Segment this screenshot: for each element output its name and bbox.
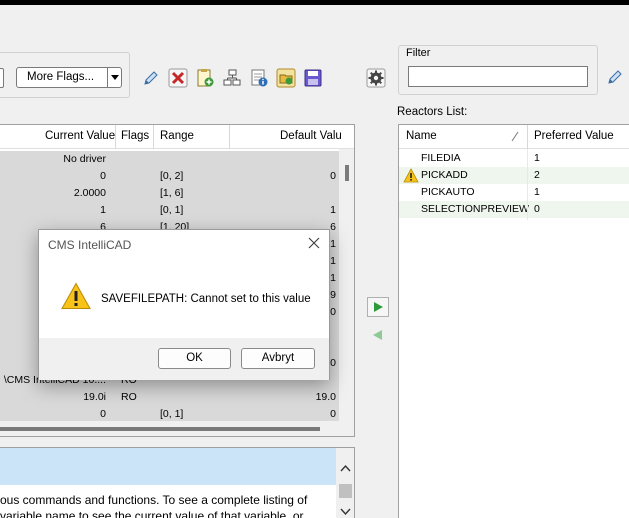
warning-icon <box>403 168 419 183</box>
reactor-preferred-value: 1 <box>534 186 540 198</box>
table-row[interactable]: 0 [0, 2] 0 <box>0 168 344 185</box>
cell-current: No driver <box>63 153 106 165</box>
error-dialog: CMS IntelliCAD SAVEFILEPATH: Cannot set … <box>38 229 330 380</box>
chevron-down-icon[interactable] <box>107 68 121 87</box>
cell-default: 0 <box>330 408 336 420</box>
more-flags-combo[interactable]: More Flags... <box>16 67 122 88</box>
reactor-preferred-value: 1 <box>534 152 540 164</box>
sort-icon <box>511 131 519 142</box>
list-item[interactable]: PICKADD 2 <box>399 167 629 184</box>
reactor-name: FILEDIA <box>421 152 461 164</box>
ok-button[interactable]: OK <box>158 348 231 369</box>
table-row[interactable]: 19.0i RO 19.0 <box>0 389 344 406</box>
more-flags-label: More Flags... <box>27 71 95 83</box>
cell-default: 19.0 <box>315 391 336 403</box>
dialog-title: CMS IntelliCAD <box>48 238 132 252</box>
cell-current: 2.0000 <box>73 187 106 199</box>
description-line: variable name to see the current value o… <box>0 509 304 518</box>
col-name[interactable]: Name <box>406 130 437 142</box>
cell-range: [0, 1] <box>160 204 184 216</box>
reactors-header: Name Preferred Value <box>399 125 629 149</box>
edit-filter-pencil-icon[interactable] <box>603 65 627 88</box>
cell-range: [0, 1] <box>160 408 184 420</box>
delete-icon[interactable] <box>166 66 190 89</box>
cell-flags: RO <box>121 391 137 403</box>
col-range[interactable]: Range <box>160 130 194 142</box>
cell-range: [1, 6] <box>160 187 184 199</box>
list-item[interactable]: PICKAUTO 1 <box>399 184 629 201</box>
tree-icon[interactable] <box>220 66 244 89</box>
description-scrollbar[interactable] <box>336 448 354 518</box>
grid-vertical-scrollbar[interactable] <box>339 149 354 421</box>
top-edge <box>0 0 629 5</box>
reactors-list-label: Reactors List: <box>397 106 468 118</box>
pencil-icon[interactable] <box>139 66 163 89</box>
description-pane: ous commands and functions. To see a com… <box>0 447 355 518</box>
open-folder-icon[interactable] <box>274 66 298 89</box>
dialog-message: SAVEFILEPATH: Cannot set to this value <box>101 293 311 305</box>
table-row[interactable]: 1 [0, 1] 1 <box>0 202 344 219</box>
list-item[interactable]: SELECTIONPREVIEW 0 <box>399 201 629 218</box>
category-combo[interactable] <box>0 68 4 88</box>
info-icon[interactable] <box>247 66 271 89</box>
close-icon[interactable] <box>307 236 321 250</box>
cell-current: 1 <box>100 204 106 216</box>
reactor-preferred-value: 0 <box>534 203 540 215</box>
col-current-value[interactable]: Current Value <box>45 130 115 142</box>
cell-current: 19.0i <box>83 391 106 403</box>
reactor-name: PICKAUTO <box>421 186 475 198</box>
cancel-button[interactable]: Avbryt <box>241 348 315 369</box>
cell-current: 0 <box>100 408 106 420</box>
gear-icon[interactable] <box>364 66 388 89</box>
reactor-preferred-value: 2 <box>534 169 540 181</box>
cell-range: [0, 2] <box>160 170 184 182</box>
reactor-name: SELECTIONPREVIEW <box>421 203 529 215</box>
col-default-value[interactable]: Default Valu <box>280 130 342 142</box>
grid-horizontal-scrollbar[interactable] <box>0 421 354 436</box>
description-highlight <box>0 448 336 485</box>
filter-label: Filter <box>405 47 432 59</box>
add-reactor-arrow-icon[interactable] <box>367 297 389 317</box>
table-row[interactable]: No driver <box>0 151 344 168</box>
filter-input[interactable] <box>408 66 588 87</box>
col-flags[interactable]: Flags <box>121 130 149 142</box>
list-item[interactable]: FILEDIA 1 <box>399 150 629 167</box>
grid-header: Current Value Flags Range Default Valu <box>0 125 354 149</box>
reactor-name: PICKADD <box>421 169 468 181</box>
reactors-list[interactable]: Name Preferred Value FILEDIA 1 PICKADD 2 PIC… <box>398 124 629 518</box>
new-icon[interactable] <box>193 66 217 89</box>
cell-current: 0 <box>100 170 106 182</box>
warning-icon <box>61 282 91 309</box>
col-preferred-value[interactable]: Preferred Value <box>534 130 614 142</box>
description-line: ous commands and functions. To see a com… <box>0 493 308 507</box>
remove-reactor-arrow-icon[interactable] <box>367 325 389 345</box>
cell-default: 0 <box>330 170 336 182</box>
cell-default: 1 <box>330 204 336 216</box>
table-row[interactable]: 2.0000 [1, 6] <box>0 185 344 202</box>
save-icon[interactable] <box>301 66 325 89</box>
